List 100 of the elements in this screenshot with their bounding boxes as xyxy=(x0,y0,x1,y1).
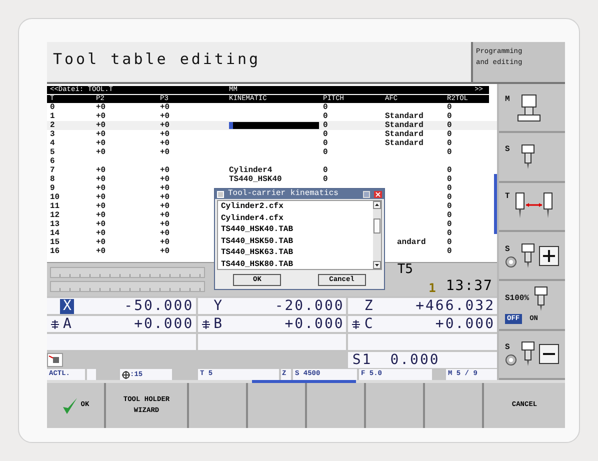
table-cell: 0 xyxy=(50,103,55,112)
axis-label: A xyxy=(62,316,72,332)
tool-icon xyxy=(520,242,536,269)
scrollbar[interactable] xyxy=(373,201,381,269)
spindle-icon xyxy=(505,354,517,366)
table-cell: Cylinder4 xyxy=(229,166,272,175)
screen-title: Tool table editing xyxy=(53,50,261,68)
list-item[interactable]: Cylinder2.cfx xyxy=(221,201,373,212)
tool-icon xyxy=(533,286,550,312)
machine-icon xyxy=(47,353,63,367)
table-cell: 0 xyxy=(323,121,328,130)
table-cell: +0 xyxy=(96,184,106,193)
window-icon xyxy=(217,190,224,198)
axis-label: Z xyxy=(363,298,374,314)
table-cell: 0 xyxy=(447,211,452,220)
minus-key-icon xyxy=(539,344,559,364)
axis-value: +0.000 xyxy=(435,314,495,334)
table-cell: 8 xyxy=(50,175,55,184)
list-item[interactable]: TS440_HSK63.TAB xyxy=(221,247,373,258)
table-cell: 0 xyxy=(447,184,452,193)
table-cell: +0 xyxy=(96,121,106,130)
table-cell: 2 xyxy=(50,121,55,130)
table-cell: TS440_HSK40 xyxy=(229,175,282,184)
table-cell: +0 xyxy=(160,103,170,112)
table-cell: +0 xyxy=(160,148,170,157)
table-cell: +0 xyxy=(96,247,106,256)
panel-label: M xyxy=(505,94,510,106)
axis-value: -50.000 xyxy=(124,296,194,316)
close-icon[interactable] xyxy=(374,190,382,198)
table-cell: 0 xyxy=(447,148,452,157)
table-cell: Standard xyxy=(385,121,424,130)
table-cell: +0 xyxy=(96,202,106,211)
table-cell: +0 xyxy=(160,220,170,229)
table-cell: 15 xyxy=(50,238,60,247)
table-cell: +0 xyxy=(160,130,170,139)
list-item[interactable]: TS440_HSK80.TAB xyxy=(221,258,373,270)
table-cell: 0 xyxy=(447,112,452,121)
checkmark-icon xyxy=(62,396,78,414)
table-cell: 11 xyxy=(50,202,60,211)
table-row[interactable]: 2 +0 +0 0 Standard 0 xyxy=(47,121,497,130)
table-cell: 9 xyxy=(50,184,55,193)
active-tool: T5 xyxy=(397,263,413,276)
panel-label: S xyxy=(505,144,510,156)
table-cell: +0 xyxy=(96,130,106,139)
table-cell: 4 xyxy=(50,139,55,148)
table-cell: 0 xyxy=(447,121,452,130)
table-cell: 1 xyxy=(50,112,55,121)
table-cell: 0 xyxy=(447,139,452,148)
table-cell: 0 xyxy=(447,229,452,238)
table-cell: 6 xyxy=(50,157,55,166)
status-field xyxy=(87,369,96,380)
table-cell: 0 xyxy=(323,130,328,139)
axis-value: +0.000 xyxy=(134,314,194,334)
edit-field[interactable] xyxy=(229,122,319,129)
table-cell: 0 xyxy=(447,175,452,184)
table-cell: 0 xyxy=(447,238,452,247)
scrollbar xyxy=(494,174,497,234)
table-cell: 14 xyxy=(50,229,60,238)
axis-label: B xyxy=(212,316,224,332)
table-cell: +0 xyxy=(96,193,106,202)
table-cell: +0 xyxy=(160,112,170,121)
panel-label: S100% xyxy=(505,292,530,305)
axis-value: -20.000 xyxy=(274,296,344,316)
tool-holder-icon xyxy=(516,94,542,122)
table-cell: 0 xyxy=(323,175,328,184)
table-cell: Standard xyxy=(385,139,424,148)
table-cell: 0 xyxy=(447,130,452,139)
list-item[interactable]: TS440_HSK50.TAB xyxy=(221,236,373,247)
axis-label: Y xyxy=(212,298,224,314)
table-cell: 0 xyxy=(447,166,452,175)
table-cell: +0 xyxy=(96,166,106,175)
table-cell: +0 xyxy=(160,211,170,220)
side-softkey[interactable]: S xyxy=(499,133,565,183)
spindle-label: S1 xyxy=(352,350,372,370)
counter: 1 xyxy=(428,280,436,297)
table-cell: 0 xyxy=(447,220,452,229)
side-softkey[interactable]: M xyxy=(499,84,565,134)
table-cell: +0 xyxy=(160,121,170,130)
minimize-icon[interactable] xyxy=(363,190,370,198)
table-cell: +0 xyxy=(96,103,106,112)
side-softkey[interactable]: T xyxy=(499,182,565,232)
plus-key-icon xyxy=(539,246,559,266)
table-cell: 10 xyxy=(50,193,60,202)
clock: 13:37 xyxy=(446,277,493,296)
axis-value: +0.000 xyxy=(284,314,344,334)
table-cell: +0 xyxy=(160,202,170,211)
list-item[interactable]: TS440_HSK40.TAB xyxy=(221,224,373,236)
table-cell: +0 xyxy=(96,211,106,220)
side-softkey[interactable]: S xyxy=(499,232,565,282)
panel-label: T xyxy=(505,191,510,204)
table-cell: 0 xyxy=(447,202,452,211)
table-cell: +0 xyxy=(160,184,170,193)
table-cell: 7 xyxy=(50,166,55,175)
table-cell: +0 xyxy=(96,238,106,247)
table-cell: 0 xyxy=(323,148,328,157)
table-cell: andard xyxy=(397,238,426,247)
side-softkey[interactable]: S xyxy=(499,330,565,380)
table-cell: +0 xyxy=(160,193,170,202)
table-cell: +0 xyxy=(160,229,170,238)
axis-label: C xyxy=(363,316,374,332)
